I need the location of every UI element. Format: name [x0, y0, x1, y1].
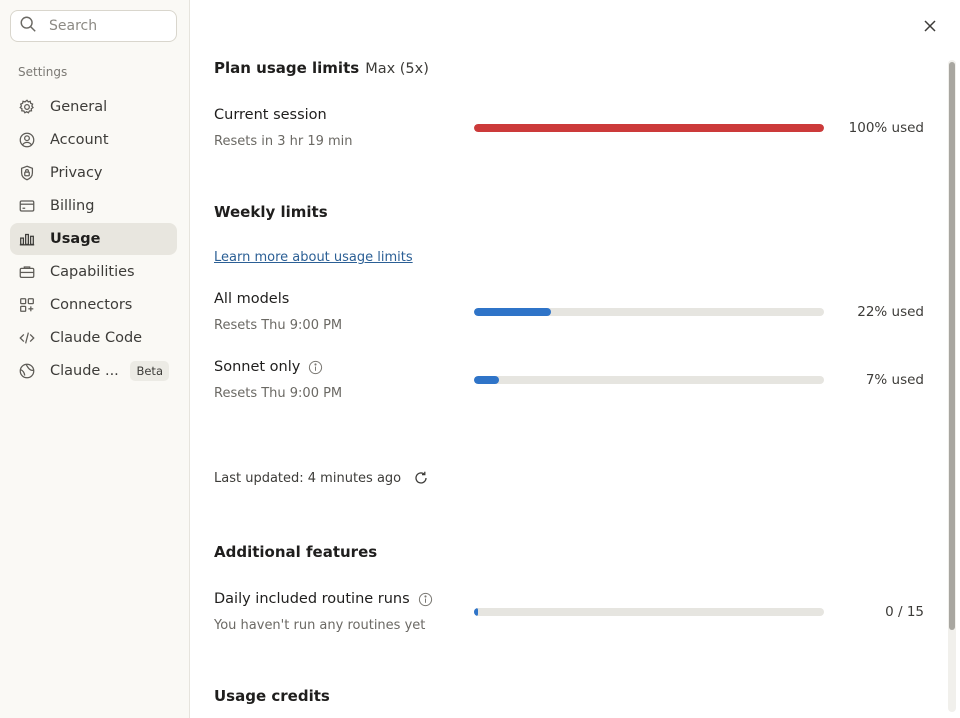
sidebar-item-label: Billing — [50, 198, 95, 214]
beta-badge: Beta — [130, 361, 169, 381]
sidebar-item-label: Privacy — [50, 165, 103, 181]
settings-sidebar: Settings General Account Privacy Billing — [0, 0, 190, 718]
progress-fill — [474, 608, 478, 616]
sidebar-item-general[interactable]: General — [10, 91, 177, 123]
search-box[interactable] — [10, 10, 177, 42]
current-session-percent: 100% used — [848, 120, 924, 136]
sidebar-item-label: Claude ... — [50, 363, 119, 379]
sidebar-item-account[interactable]: Account — [10, 124, 177, 156]
sidebar-item-label: Capabilities — [50, 264, 135, 280]
shield-lock-icon — [18, 164, 36, 182]
sonnet-only-percent: 7% used — [865, 372, 924, 388]
refresh-icon[interactable] — [413, 470, 429, 486]
sidebar-item-label: Connectors — [50, 297, 133, 313]
usage-credits-heading: Usage credits — [214, 687, 330, 705]
progress-fill — [474, 308, 551, 316]
search-input[interactable] — [49, 18, 159, 34]
sidebar-item-billing[interactable]: Billing — [10, 190, 177, 222]
all-models-progress-bar — [474, 308, 824, 316]
settings-section-label: Settings — [18, 65, 68, 79]
info-icon[interactable] — [308, 360, 323, 375]
scrollbar-thumb[interactable] — [949, 62, 955, 630]
scrollbar-track[interactable] — [948, 60, 956, 712]
code-icon — [18, 329, 36, 347]
last-updated-text: Last updated: 4 minutes ago — [214, 470, 402, 486]
close-button[interactable] — [920, 16, 940, 36]
search-icon — [19, 15, 37, 37]
plan-usage-title: Plan usage limits — [214, 59, 360, 77]
info-icon[interactable] — [418, 592, 433, 607]
all-models-reset: Resets Thu 9:00 PM — [214, 318, 343, 333]
gear-icon — [18, 98, 36, 116]
all-models-title: All models — [214, 291, 290, 307]
close-icon — [923, 19, 937, 33]
sidebar-item-label: Account — [50, 132, 109, 148]
sidebar-item-label: Claude Code — [50, 330, 143, 346]
sidebar-item-privacy[interactable]: Privacy — [10, 157, 177, 189]
current-session-progress-bar — [474, 124, 824, 132]
sidebar-item-label: Usage — [50, 231, 101, 247]
credit-card-icon — [18, 197, 36, 215]
sidebar-item-label: General — [50, 99, 108, 115]
globe-icon — [18, 362, 36, 380]
learn-more-usage-limits-link[interactable]: Learn more about usage limits — [214, 250, 413, 265]
all-models-percent: 22% used — [857, 304, 924, 320]
routine-runs-row-title: Daily included routine runs — [214, 591, 433, 607]
sidebar-item-usage[interactable]: Usage — [10, 223, 177, 255]
routine-runs-title: Daily included routine runs — [214, 591, 410, 607]
briefcase-icon — [18, 263, 36, 281]
sidebar-item-claude-code[interactable]: Claude Code — [10, 322, 177, 354]
connectors-icon — [18, 296, 36, 314]
user-circle-icon — [18, 131, 36, 149]
weekly-limits-heading: Weekly limits — [214, 203, 328, 221]
progress-fill — [474, 376, 499, 384]
settings-nav: General Account Privacy Billing Usage Ca… — [10, 91, 177, 388]
plan-tier: Max (5x) — [365, 61, 429, 77]
sonnet-only-row-title: Sonnet only — [214, 359, 323, 375]
sonnet-only-reset: Resets Thu 9:00 PM — [214, 386, 343, 401]
current-session-title: Current session — [214, 107, 327, 123]
plan-usage-heading: Plan usage limits Max (5x) — [214, 59, 429, 77]
sonnet-only-title: Sonnet only — [214, 359, 301, 375]
routine-runs-progress-bar — [474, 608, 824, 616]
progress-fill — [474, 124, 824, 132]
sidebar-item-connectors[interactable]: Connectors — [10, 289, 177, 321]
sonnet-only-progress-bar — [474, 376, 824, 384]
additional-features-heading: Additional features — [214, 543, 378, 561]
sidebar-item-claude-beta[interactable]: Claude ... Beta — [10, 355, 177, 387]
last-updated-row: Last updated: 4 minutes ago — [214, 470, 429, 486]
sidebar-item-capabilities[interactable]: Capabilities — [10, 256, 177, 288]
bar-chart-icon — [18, 230, 36, 248]
current-session-reset: Resets in 3 hr 19 min — [214, 134, 353, 149]
routine-runs-count: 0 / 15 — [885, 604, 924, 620]
routine-runs-sub: You haven't run any routines yet — [214, 618, 426, 633]
